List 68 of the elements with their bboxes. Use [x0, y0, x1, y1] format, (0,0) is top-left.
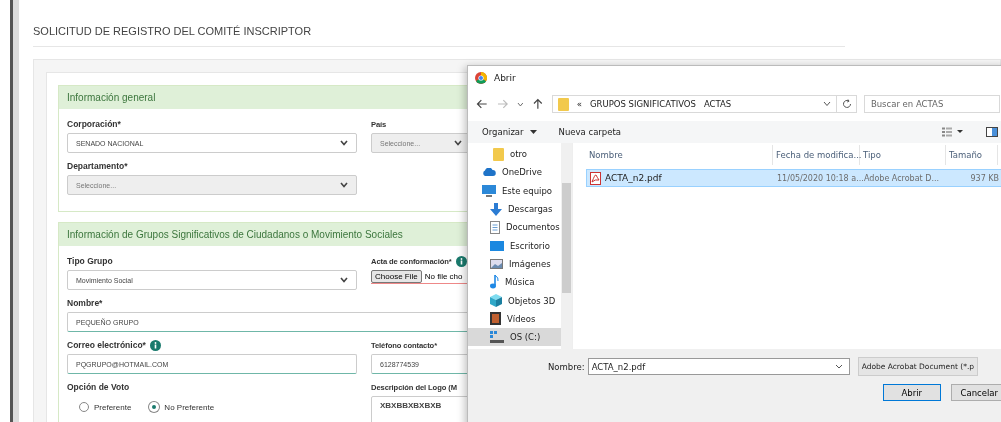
nav-item[interactable]: Descargas	[468, 199, 561, 219]
cloud-icon	[482, 168, 496, 177]
dialog-button[interactable]: Cancelar	[950, 384, 1001, 401]
pdf-file-icon	[590, 171, 601, 185]
back-arrow-icon[interactable]	[476, 99, 488, 109]
chevron-down-icon	[834, 364, 843, 369]
scrollbar[interactable]	[561, 143, 572, 349]
column-header[interactable]: Tamaño	[946, 145, 998, 165]
drive-icon	[490, 331, 504, 344]
filename-label: Nombre:	[548, 361, 585, 372]
file-status: No file cho	[424, 272, 463, 281]
field-label: Opción de Voto	[67, 382, 130, 392]
filename-field[interactable]: ACTA_n2.pdf	[587, 358, 850, 375]
chevron-down-icon	[340, 182, 348, 188]
nav-item[interactable]: Documentos	[468, 218, 561, 237]
nav-item[interactable]: OneDrive	[468, 163, 561, 182]
field-label: Corporación*	[67, 119, 121, 129]
field-label: Departamento*	[67, 161, 128, 171]
toolbar-button[interactable]: Nueva carpeta	[558, 127, 622, 137]
dialog-button[interactable]: Abrir	[883, 384, 941, 401]
file-row[interactable]: ACTA_n2.pdf 11/05/2020 10:18 a...Adobe Acrobat D... 937 KB	[586, 169, 1001, 187]
chevron-down-icon	[340, 277, 348, 283]
search-field[interactable]: Buscar en ACTAS	[863, 95, 1000, 113]
path-segment[interactable]: «	[576, 99, 582, 109]
film-icon	[490, 312, 501, 326]
radio-button[interactable]	[79, 402, 89, 412]
chevron-down-icon[interactable]	[517, 101, 525, 107]
dialog-title: Abrir	[494, 73, 516, 83]
chevron-down-icon	[454, 140, 462, 146]
nav-item[interactable]: OS (C:)	[468, 327, 561, 347]
up-arrow-icon[interactable]	[533, 98, 543, 110]
field-label: Tipo Grupo	[67, 256, 113, 266]
nav-item[interactable]: Vídeos	[468, 309, 561, 328]
monitor-icon	[482, 184, 496, 197]
path-segment[interactable]: GRUPOS SIGNIFICATIVOS	[590, 99, 696, 109]
nav-item[interactable]: Música	[468, 273, 561, 292]
column-header[interactable]: Nombre	[586, 145, 773, 165]
image-icon	[490, 258, 503, 269]
choose-file-button[interactable]: Choose File	[371, 270, 422, 283]
desktop-icon	[490, 240, 504, 251]
folder-icon	[557, 97, 569, 111]
column-header[interactable]: Fecha de modifica...	[773, 145, 860, 165]
column-header[interactable]: Tipo	[860, 145, 946, 165]
download-arrow-icon	[490, 202, 502, 216]
nav-item[interactable]: Este equipo	[468, 181, 561, 200]
preview-pane-icon[interactable]	[986, 127, 998, 137]
field-label: Correo electrónico*	[67, 340, 146, 350]
document-icon	[490, 220, 500, 234]
nav-item[interactable]: Objetos 3D	[468, 291, 561, 310]
radio-label: No Preferente	[164, 402, 215, 412]
field-label: Nombre*	[67, 298, 103, 308]
nav-item[interactable]: otro	[468, 145, 561, 164]
browser-logo-icon	[475, 72, 487, 84]
view-options-icon[interactable]	[942, 127, 964, 137]
cube-icon	[490, 294, 502, 307]
folder-icon	[493, 147, 504, 161]
chevron-down-icon	[340, 140, 348, 146]
chevron-down-icon[interactable]	[823, 101, 832, 107]
page-title: SOLICITUD DE REGISTRO DEL COMITÉ INSCRIPTOR	[33, 24, 313, 37]
path-segment[interactable]: ACTAS	[703, 99, 732, 109]
address-bar[interactable]: « GRUPOS SIGNIFICATIVOS ACTAS	[551, 95, 838, 113]
refresh-icon	[841, 99, 852, 109]
refresh-button[interactable]	[837, 95, 857, 113]
music-note-icon	[490, 275, 499, 290]
toolbar-button[interactable]: Organizar	[482, 127, 537, 137]
nav-item[interactable]: Escritorio	[468, 236, 561, 255]
nav-item[interactable]: Imágenes	[468, 254, 561, 274]
radio-label: Preferente	[94, 402, 132, 412]
